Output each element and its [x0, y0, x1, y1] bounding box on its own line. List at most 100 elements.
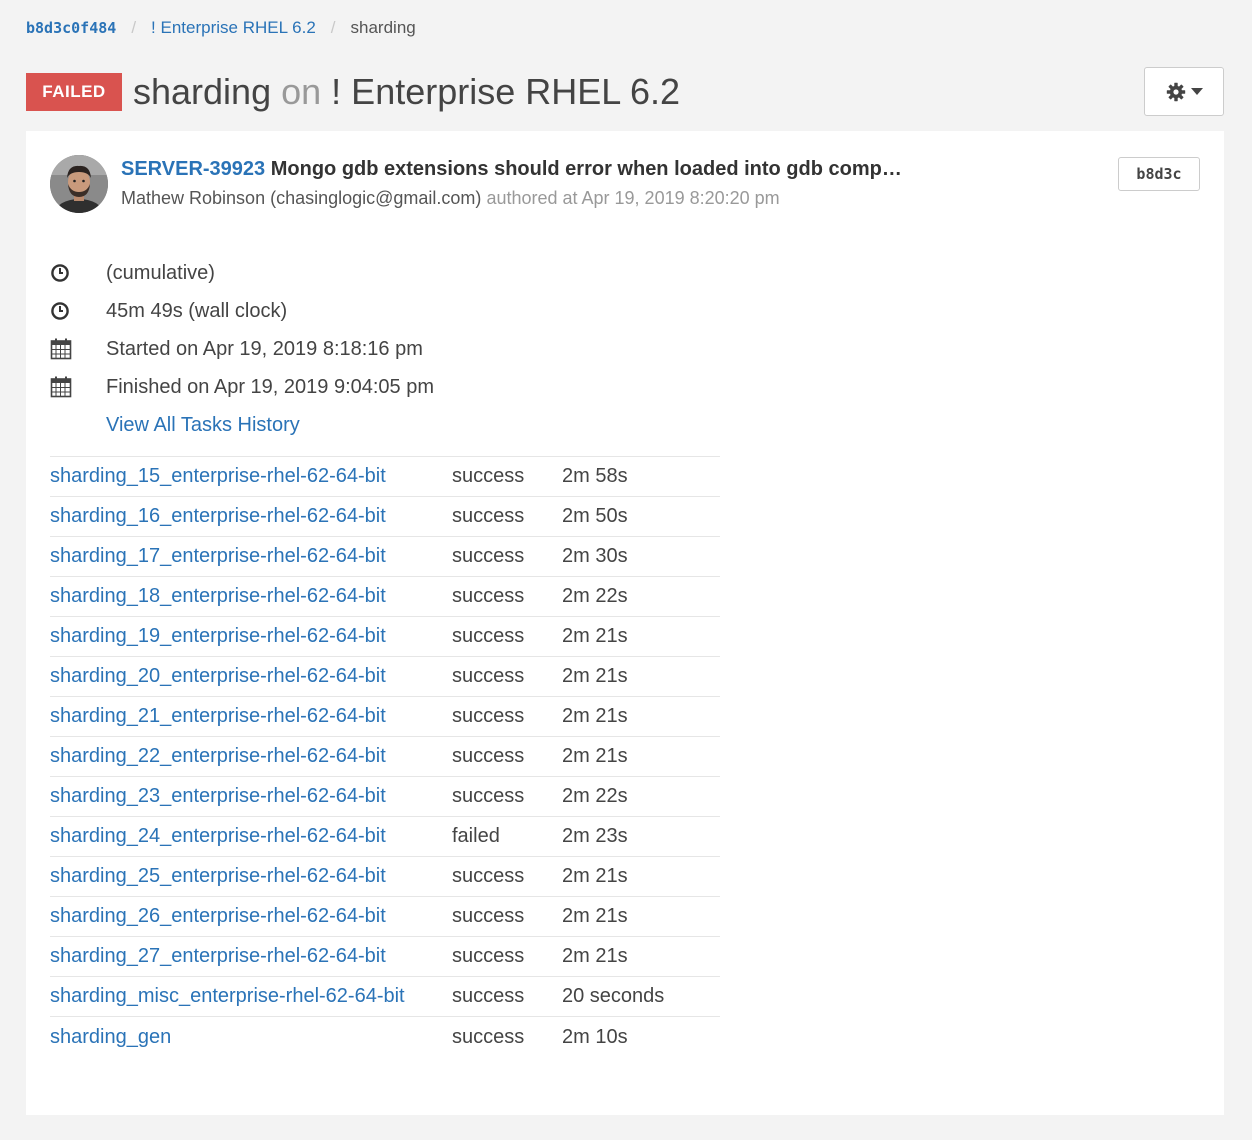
task-name-link[interactable]: sharding_24_enterprise-rhel-62-64-bit [50, 825, 452, 848]
commit-author-line: Mathew Robinson (chasinglogic@gmail.com)… [121, 188, 780, 209]
task-duration: 2m 21s [562, 905, 628, 927]
settings-dropdown-button[interactable] [1144, 67, 1224, 116]
task-duration: 2m 58s [562, 465, 628, 487]
calendar-icon [50, 376, 72, 398]
task-name-link[interactable]: sharding_17_enterprise-rhel-62-64-bit [50, 545, 452, 568]
ticket-link[interactable]: SERVER-39923 [121, 158, 265, 180]
breadcrumb: b8d3c0f484 / ! Enterprise RHEL 6.2 / sha… [26, 16, 416, 40]
task-duration: 2m 22s [562, 585, 628, 607]
page-title: sharding on ! Enterprise RHEL 6.2 [133, 71, 680, 113]
breadcrumb-current-task: sharding [350, 18, 416, 37]
task-name-link[interactable]: sharding_18_enterprise-rhel-62-64-bit [50, 585, 452, 608]
clock-icon [51, 264, 69, 282]
wall-clock-text: 45m 49s (wall clock) [106, 299, 288, 322]
table-row: sharding_20_enterprise-rhel-62-64-bit suc… [50, 657, 720, 697]
task-name-link[interactable]: sharding_20_enterprise-rhel-62-64-bit [50, 665, 452, 688]
task-name-link[interactable]: sharding_26_enterprise-rhel-62-64-bit [50, 905, 452, 928]
task-duration: 2m 21s [562, 865, 628, 887]
task-status: success [452, 465, 525, 487]
page-header: FAILED sharding on ! Enterprise RHEL 6.2 [26, 68, 680, 116]
commit-info: SERVER-39923 Mongo gdb extensions should… [50, 155, 1200, 219]
view-all-tasks-history-link[interactable]: View All Tasks History [106, 406, 750, 444]
table-row: sharding_18_enterprise-rhel-62-64-bit suc… [50, 577, 720, 617]
caret-down-icon [1190, 87, 1203, 95]
clock-icon [51, 302, 69, 320]
task-status: success [452, 665, 525, 687]
task-name-link[interactable]: sharding_25_enterprise-rhel-62-64-bit [50, 865, 452, 888]
table-row: sharding_26_enterprise-rhel-62-64-bit suc… [50, 897, 720, 937]
table-row: sharding_21_enterprise-rhel-62-64-bit suc… [50, 697, 720, 737]
task-status: success [452, 985, 525, 1007]
table-row: sharding_gen success 2m 10s [50, 1017, 720, 1057]
table-row: sharding_19_enterprise-rhel-62-64-bit suc… [50, 617, 720, 657]
commit-message: Mongo gdb extensions should error when l… [270, 158, 902, 180]
meta-wall-clock: 45m 49s (wall clock) [50, 292, 750, 330]
title-on-word: on [281, 71, 322, 112]
breadcrumb-commit-link[interactable]: b8d3c0f484 [26, 19, 116, 37]
task-metadata: (cumulative) 45m 49s (wall clock) Starte… [50, 254, 750, 444]
task-duration: 2m 21s [562, 625, 628, 647]
table-row: sharding_24_enterprise-rhel-62-64-bit fai… [50, 817, 720, 857]
title-task-name: sharding [133, 71, 272, 112]
task-name-link[interactable]: sharding_19_enterprise-rhel-62-64-bit [50, 625, 452, 648]
task-name-link[interactable]: sharding_23_enterprise-rhel-62-64-bit [50, 785, 452, 808]
meta-started: Started on Apr 19, 2019 8:18:16 pm [50, 330, 750, 368]
task-name-link[interactable]: sharding_misc_enterprise-rhel-62-64-bit [50, 985, 452, 1008]
cumulative-text: (cumulative) [106, 261, 215, 284]
table-row: sharding_15_enterprise-rhel-62-64-bit suc… [50, 457, 720, 497]
status-badge: FAILED [26, 73, 122, 111]
task-status: success [452, 865, 525, 887]
gear-icon [1166, 82, 1185, 101]
table-row: sharding_16_enterprise-rhel-62-64-bit suc… [50, 497, 720, 537]
task-duration: 2m 23s [562, 825, 628, 847]
task-status: success [452, 505, 525, 527]
started-text: Started on Apr 19, 2019 8:18:16 pm [106, 337, 423, 360]
task-status: success [452, 1025, 525, 1048]
breadcrumb-separator: / [330, 18, 336, 37]
task-status: success [452, 745, 525, 767]
avatar-image [50, 155, 108, 213]
breadcrumb-variant-link[interactable]: ! Enterprise RHEL 6.2 [151, 18, 316, 38]
task-duration: 2m 21s [562, 945, 628, 967]
task-duration: 20 seconds [562, 985, 665, 1007]
table-row: sharding_misc_enterprise-rhel-62-64-bit s… [50, 977, 720, 1017]
task-duration: 2m 22s [562, 785, 628, 807]
commit-title: SERVER-39923 Mongo gdb extensions should… [121, 158, 971, 181]
table-row: sharding_22_enterprise-rhel-62-64-bit suc… [50, 737, 720, 777]
task-duration: 2m 50s [562, 505, 628, 527]
task-name-link[interactable]: sharding_21_enterprise-rhel-62-64-bit [50, 705, 452, 728]
task-name-link[interactable]: sharding_gen [50, 1026, 452, 1049]
table-row: sharding_27_enterprise-rhel-62-64-bit suc… [50, 937, 720, 977]
finished-text: Finished on Apr 19, 2019 9:04:05 pm [106, 375, 435, 398]
commit-hash-button[interactable]: b8d3c [1118, 157, 1200, 191]
task-status: failed [452, 825, 500, 847]
meta-cumulative: (cumulative) [50, 254, 750, 292]
table-row: sharding_25_enterprise-rhel-62-64-bit suc… [50, 857, 720, 897]
task-status: success [452, 705, 525, 727]
task-status: success [452, 625, 525, 647]
task-name-link[interactable]: sharding_15_enterprise-rhel-62-64-bit [50, 465, 452, 488]
avatar [50, 155, 108, 213]
breadcrumb-separator: / [131, 18, 137, 37]
task-panel: SERVER-39923 Mongo gdb extensions should… [26, 131, 1224, 1115]
task-status: success [452, 785, 525, 807]
task-status: success [452, 945, 525, 967]
task-duration: 2m 10s [562, 1025, 628, 1048]
task-status: success [452, 585, 525, 607]
commit-authored-time: authored at Apr 19, 2019 8:20:20 pm [486, 188, 780, 208]
task-status: success [452, 905, 525, 927]
task-name-link[interactable]: sharding_27_enterprise-rhel-62-64-bit [50, 945, 452, 968]
task-status: success [452, 545, 525, 567]
task-name-link[interactable]: sharding_22_enterprise-rhel-62-64-bit [50, 745, 452, 768]
task-duration: 2m 21s [562, 665, 628, 687]
task-duration: 2m 30s [562, 545, 628, 567]
task-duration: 2m 21s [562, 705, 628, 727]
calendar-icon [50, 338, 72, 360]
task-table: sharding_15_enterprise-rhel-62-64-bit suc… [50, 456, 720, 1057]
task-name-link[interactable]: sharding_16_enterprise-rhel-62-64-bit [50, 505, 452, 528]
table-row: sharding_17_enterprise-rhel-62-64-bit suc… [50, 537, 720, 577]
title-variant-name: ! Enterprise RHEL 6.2 [331, 71, 680, 112]
task-duration: 2m 21s [562, 745, 628, 767]
commit-author: Mathew Robinson (chasinglogic@gmail.com) [121, 188, 482, 208]
table-row: sharding_23_enterprise-rhel-62-64-bit suc… [50, 777, 720, 817]
